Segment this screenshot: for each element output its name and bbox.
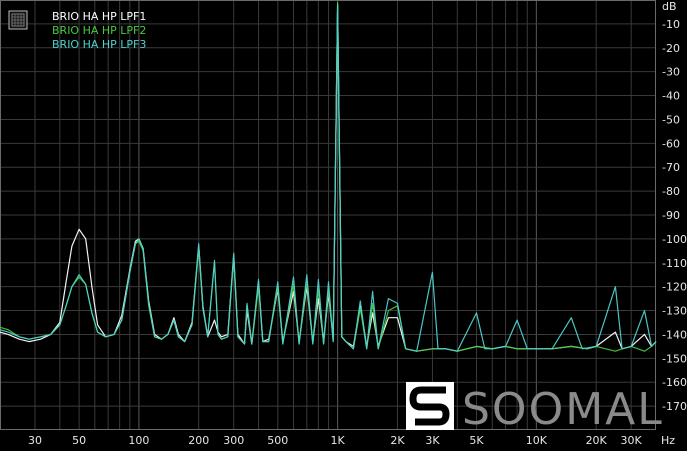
y-axis-ticks: dB -10 -20 -30 -40 -50 -60 -70 -80 -90 -100 -110 -12… — [662, 0, 687, 413]
y-tick-label: -170 — [662, 400, 687, 413]
x-tick-label: 10K — [526, 434, 548, 447]
x-tick-label: 30 — [28, 434, 42, 447]
y-tick-label: -150 — [662, 352, 687, 365]
x-axis-ticks: 30 50 100 200 300 500 1K 2K 3K 5K 10K 20K 30K — [28, 434, 643, 447]
legend-entry-1: BRIO HA HP LPF1 — [52, 10, 146, 23]
x-tick-label: 1K — [331, 434, 346, 447]
y-tick-label: -20 — [662, 42, 680, 55]
x-tick-label: 300 — [223, 434, 244, 447]
y-tick-label: -110 — [662, 257, 687, 270]
x-tick-label: 3K — [425, 434, 440, 447]
y-tick-label: -40 — [662, 90, 680, 103]
y-tick-label: -90 — [662, 209, 680, 222]
x-tick-label: 500 — [267, 434, 288, 447]
x-tick-label: 30K — [621, 434, 643, 447]
y-tick-label: dB — [662, 0, 677, 13]
y-tick-label: -60 — [662, 137, 680, 150]
y-tick-label: -140 — [662, 328, 687, 341]
y-tick-label: -70 — [662, 161, 680, 174]
y-tick-label: -50 — [662, 113, 680, 126]
legend-entry-2: BRIO HA HP LPF2 — [52, 24, 146, 37]
legend-entry-3: BRIO HA HP LPF3 — [52, 38, 146, 51]
y-tick-label: -30 — [662, 66, 680, 79]
x-unit-label: Hz — [661, 434, 675, 447]
x-tick-label: 50 — [72, 434, 86, 447]
y-tick-label: -120 — [662, 281, 687, 294]
y-tick-label: -10 — [662, 18, 680, 31]
y-tick-label: -100 — [662, 233, 687, 246]
y-tick-label: -130 — [662, 305, 687, 318]
y-tick-label: -160 — [662, 376, 687, 389]
x-tick-label: 200 — [188, 434, 209, 447]
x-tick-label: 100 — [128, 434, 149, 447]
spectrum-chart: dB -10 -20 -30 -40 -50 -60 -70 -80 -90 -100 -110 -12… — [0, 0, 687, 447]
soomal-logo: SOOMAL — [406, 382, 664, 435]
x-tick-label: 2K — [390, 434, 405, 447]
y-tick-label: -80 — [662, 185, 680, 198]
logo-text: SOOMAL — [462, 384, 664, 435]
x-tick-label: 5K — [469, 434, 484, 447]
x-tick-label: 20K — [586, 434, 608, 447]
